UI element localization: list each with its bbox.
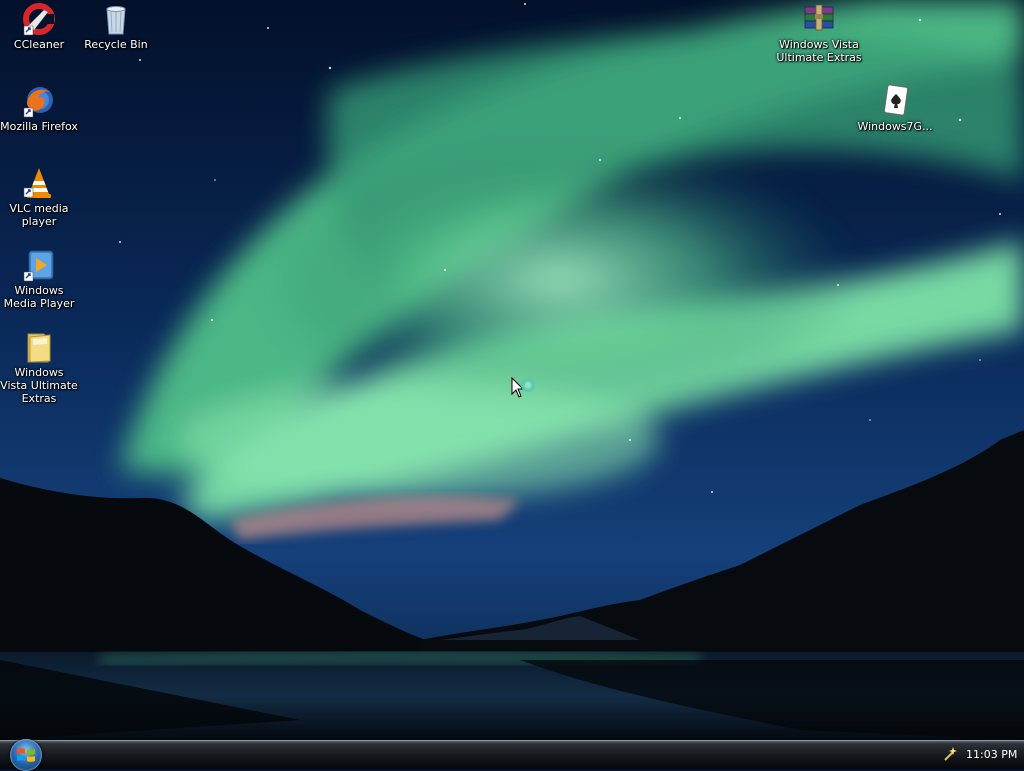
desktop-icon-firefox[interactable]: Mozilla Firefox	[0, 84, 78, 133]
winrar-archive-icon	[804, 4, 834, 31]
vlc-icon	[23, 168, 51, 198]
icon-label: Windows7G...	[857, 120, 933, 133]
windows-media-player-icon	[23, 250, 54, 282]
start-button[interactable]	[10, 739, 42, 771]
icon-label: Windows Vista Ultimate Extras	[0, 366, 78, 405]
folder-icon	[27, 333, 51, 363]
desktop-icon-ccleaner[interactable]: CCleaner	[0, 2, 78, 51]
desktop-icon-windows-media-player[interactable]: Windows Media Player	[0, 248, 78, 310]
desktop-icon-vista-extras-archive[interactable]: Windows Vista Ultimate Extras	[772, 2, 866, 64]
ccleaner-icon	[23, 3, 55, 36]
taskbar: 11:03 PM	[0, 739, 1024, 771]
icon-label: Mozilla Firefox	[0, 120, 78, 133]
icon-label: Recycle Bin	[84, 38, 148, 51]
icon-label: VLC media player	[9, 202, 69, 228]
solitaire-card-icon	[883, 84, 909, 116]
desktop-icon-windows7g[interactable]: Windows7G...	[856, 84, 934, 133]
firefox-icon	[23, 87, 53, 118]
icon-label: Windows Vista Ultimate Extras	[776, 38, 862, 64]
notification-wand-icon[interactable]	[942, 746, 958, 762]
desktop-icon-vista-extras-folder[interactable]: Windows Vista Ultimate Extras	[0, 330, 78, 405]
icon-label: CCleaner	[13, 38, 65, 51]
system-tray: 11:03 PM	[934, 741, 1024, 769]
desktop-icon-recycle-bin[interactable]: Recycle Bin	[77, 2, 155, 51]
windows-logo-icon	[17, 748, 35, 762]
busy-cursor-icon	[511, 376, 535, 398]
desktop-icon-vlc[interactable]: VLC media player	[0, 166, 78, 228]
icon-label: Windows Media Player	[3, 284, 75, 310]
recycle-bin-icon	[106, 6, 126, 35]
taskbar-clock[interactable]: 11:03 PM	[966, 748, 1017, 761]
